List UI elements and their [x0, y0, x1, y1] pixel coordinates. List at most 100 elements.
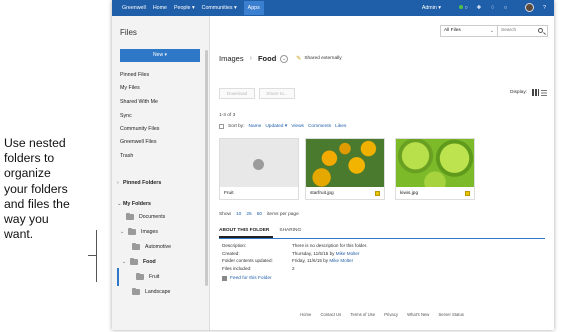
file-card[interactable]: kiwis.jpg [395, 138, 475, 200]
chevron-down-icon[interactable]: ⌄ [120, 229, 126, 235]
folder-landscape[interactable]: Landscape [132, 287, 171, 295]
status-icon[interactable]: ○ [450, 5, 468, 11]
folder-images[interactable]: ⌄ Images [120, 227, 159, 235]
sort-bar: Sort by: Name Updated ▾ Views Comments L… [219, 124, 346, 129]
annotation-line-2: folders to [4, 151, 55, 166]
tab-sharing[interactable]: SHARING [279, 228, 305, 238]
sidebar-item-greenwell-files[interactable]: Greenwell Files [120, 139, 157, 145]
filter-select[interactable]: All Files ⌄ [440, 25, 498, 37]
sidebar-item-my-files[interactable]: My Files [120, 85, 140, 91]
pager-size-25[interactable]: 25 [246, 212, 251, 217]
feed-icon [222, 276, 227, 281]
shared-externally-label: Shared externally [304, 56, 342, 61]
pager-suffix: items per page [267, 212, 299, 217]
new-button[interactable]: New ▾ [120, 49, 200, 62]
sidebar-scrollbar[interactable] [205, 50, 208, 286]
about-value: There is no description for this folder. [292, 243, 368, 248]
folder-label: Images [141, 229, 159, 235]
brand-link[interactable]: Greenwell [122, 5, 146, 11]
folder-fruit[interactable]: Fruit [136, 272, 159, 280]
stage: Use nested folders to organize your fold… [0, 0, 566, 332]
folder-food[interactable]: ⌄ Food [122, 257, 156, 265]
search-nav-icon[interactable]: ○ [504, 5, 507, 11]
select-all-checkbox[interactable] [219, 124, 224, 129]
user-menu[interactable]: Admin ▾ [422, 5, 441, 11]
help-icon[interactable]: ? [543, 5, 546, 11]
share-icon[interactable]: ✚ [477, 5, 481, 11]
folder-automotive[interactable]: Automotive [132, 242, 171, 250]
my-folders-section[interactable]: ⌄ My Folders [117, 201, 151, 207]
sidebar-item-community-files[interactable]: Community Files [120, 126, 159, 132]
shared-icon [375, 191, 380, 196]
sidebar-item-shared-with-me[interactable]: Shared With Me [120, 99, 158, 105]
file-card[interactable]: Fruit [219, 138, 299, 200]
search-icon[interactable] [538, 28, 543, 33]
filter-value: All Files [444, 28, 461, 33]
grid-view-icon[interactable] [532, 89, 539, 96]
folder-thumbnail [220, 139, 298, 187]
about-key: Description: [222, 243, 247, 248]
bell-icon[interactable]: ♢ [490, 5, 495, 11]
pin-icon: ✎ [296, 56, 302, 62]
chevron-down-icon[interactable]: ⌄ [122, 259, 128, 265]
sort-views[interactable]: Views [291, 124, 304, 129]
nav-people[interactable]: People ▾ [174, 5, 195, 11]
main-content: All Files ⌄ Search Images › Food ⌄ ✎ Sha… [210, 16, 554, 330]
sidebar-item-sync[interactable]: Sync [120, 113, 132, 119]
footer-server-status[interactable]: Server Status [439, 312, 464, 317]
sidebar-item-pinned-files[interactable]: Pinned Files [120, 72, 149, 78]
pager-size-10[interactable]: 10 [236, 212, 241, 217]
folder-label: Documents [139, 214, 166, 220]
about-row: Created: Thursday, 11/5/15 by Mike Molte… [222, 250, 367, 258]
my-folders-label: My Folders [123, 201, 151, 207]
footer-whats-new[interactable]: What's New [407, 312, 429, 317]
pager: Show 10 25 50 items per page [219, 212, 304, 217]
result-count: 1-3 of 3 [219, 113, 236, 118]
pinned-folders-section[interactable]: › Pinned Folders [117, 180, 161, 186]
breadcrumb-images[interactable]: Images [219, 54, 244, 63]
globe-icon [253, 159, 264, 170]
folder-documents[interactable]: Documents [126, 212, 166, 220]
download-button[interactable]: Download [219, 88, 255, 99]
footer-contact[interactable]: Contact Us [320, 312, 341, 317]
app-window: Greenwell Home People ▾ Communities ▾ Ap… [112, 0, 554, 330]
folder-label: Food [143, 259, 156, 265]
about-value: Thursday, 11/5/15 by [292, 250, 335, 256]
card-name: starfruit.jpg [310, 191, 334, 196]
footer-privacy[interactable]: Privacy [384, 312, 398, 317]
avatar[interactable] [516, 2, 535, 14]
sort-updated[interactable]: Updated ▾ [265, 124, 287, 129]
nav-communities[interactable]: Communities ▾ [202, 5, 237, 11]
annotation-line-7: want. [4, 227, 34, 242]
chevron-down-icon: ⌄ [489, 28, 494, 34]
search-placeholder: Search [501, 28, 517, 33]
shared-icon [465, 191, 470, 196]
sort-likes[interactable]: Likes [335, 124, 346, 129]
about-row: Folder contents updated: Friday, 11/6/15… [222, 257, 367, 265]
selection-indicator [117, 268, 119, 286]
pager-size-50[interactable]: 50 [257, 212, 262, 217]
pager-show-label: Show [219, 212, 231, 217]
updater-link[interactable]: Mike Molter [329, 257, 353, 265]
share-button[interactable]: Share to... [259, 88, 295, 99]
sidebar-item-trash[interactable]: Trash [120, 153, 133, 159]
folder-label: Landscape [145, 289, 171, 295]
sidebar: Files New ▾ Pinned Files My Files Shared… [112, 16, 210, 330]
footer-terms[interactable]: Terms of Use [350, 312, 375, 317]
list-view-icon[interactable] [541, 89, 547, 96]
search-input[interactable]: Search [498, 25, 548, 37]
footer-home[interactable]: Home [300, 312, 311, 317]
nav-apps[interactable]: Apps [243, 1, 264, 15]
file-card[interactable]: starfruit.jpg [305, 138, 385, 200]
folder-menu-icon[interactable]: ⌄ [280, 54, 289, 63]
avatar-icon [525, 2, 535, 12]
annotation-line-4: your folders [4, 181, 68, 196]
tab-about[interactable]: ABOUT THIS FOLDER [219, 228, 274, 238]
feed-link[interactable]: Feed for this Folder [222, 276, 272, 281]
folder-icon [132, 242, 140, 250]
nav-home[interactable]: Home [153, 5, 167, 11]
sort-name[interactable]: Name [249, 124, 262, 129]
sort-comments[interactable]: Comments [308, 124, 331, 129]
folder-icon [132, 287, 140, 295]
creator-link[interactable]: Mike Molter [336, 250, 360, 258]
